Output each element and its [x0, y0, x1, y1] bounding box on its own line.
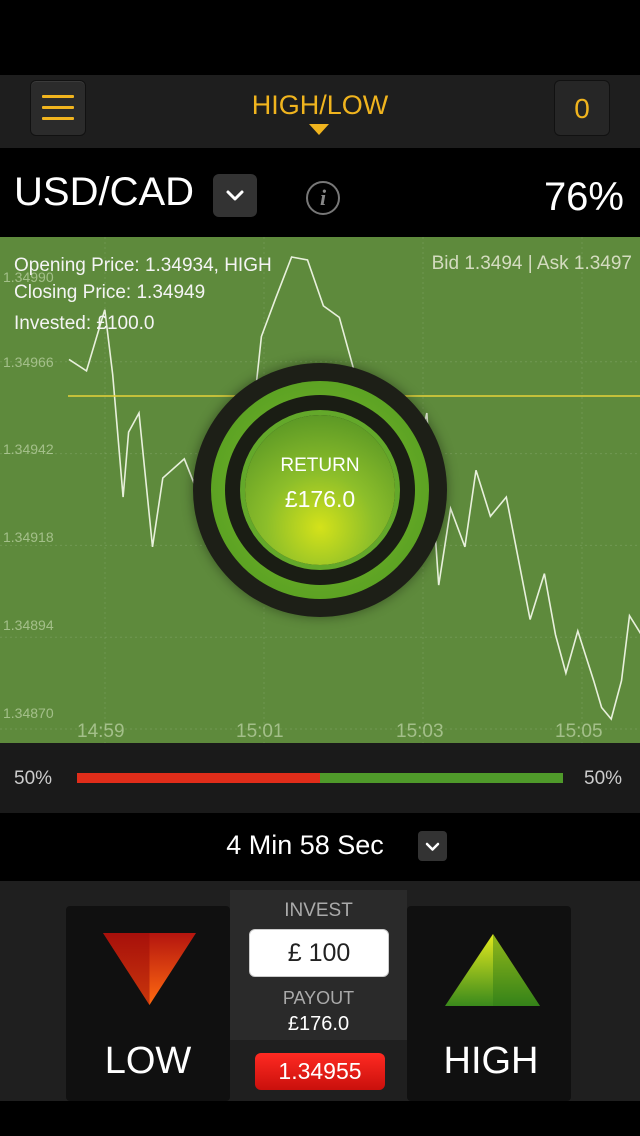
payout-percentage: 76%: [543, 175, 624, 219]
payout-label: PAYOUT: [282, 988, 355, 1008]
invest-amount-input[interactable]: [249, 929, 389, 977]
low-sentiment-percent: 50%: [14, 768, 53, 789]
chevron-down-icon: [226, 190, 244, 201]
y-tick-label: 1.34918: [3, 529, 54, 545]
positions-count-button[interactable]: 0: [554, 80, 610, 136]
closing-price-text: Closing Price: 1.34949: [14, 282, 206, 303]
asset-dropdown-button[interactable]: [213, 174, 257, 217]
y-tick-label: 1.34942: [3, 441, 54, 457]
x-tick-label: 15:03: [396, 721, 444, 742]
up-arrow-icon: [445, 934, 540, 1006]
sentiment-bar-high: [320, 773, 563, 783]
payout-value: £176.0: [287, 1013, 350, 1035]
title-caret-icon[interactable]: [309, 124, 329, 135]
menu-icon-line: [42, 106, 74, 109]
opening-price-text: Opening Price: 1.34934, HIGH: [14, 255, 272, 276]
invest-label: INVEST: [284, 900, 353, 921]
return-value: £176.0: [284, 486, 356, 512]
y-tick-label: 1.34870: [3, 705, 54, 721]
x-tick-label: 14:59: [77, 721, 125, 742]
low-button-label[interactable]: LOW: [66, 1040, 230, 1083]
menu-button[interactable]: [30, 80, 86, 136]
down-arrow-icon: [103, 933, 196, 1005]
bottom-strip: [0, 1101, 640, 1136]
x-tick-label: 15:05: [555, 721, 603, 742]
y-tick-label: 1.34894: [3, 617, 54, 633]
chevron-down-icon: [425, 842, 440, 851]
high-sentiment-percent: 50%: [584, 768, 623, 789]
sentiment-bar-low: [77, 773, 320, 783]
current-price-badge: 1.34955: [255, 1053, 385, 1090]
high-button-label[interactable]: HIGH: [407, 1040, 575, 1083]
menu-icon-line: [42, 117, 74, 120]
menu-icon: [42, 95, 74, 98]
x-tick-label: 15:01: [236, 721, 284, 742]
page-title[interactable]: HIGH/LOW: [190, 90, 450, 121]
return-label: RETURN: [280, 455, 360, 476]
invested-text: Invested: £100.0: [14, 313, 155, 334]
info-icon[interactable]: i: [306, 181, 340, 215]
y-tick-label: 1.34966: [3, 354, 54, 370]
bid-ask-text: Bid 1.3494 | Ask 1.3497: [431, 253, 632, 274]
expiry-time[interactable]: 4 Min 58 Sec: [200, 830, 410, 861]
asset-name[interactable]: USD/CAD: [14, 170, 194, 215]
expiry-dropdown-button[interactable]: [418, 831, 447, 861]
